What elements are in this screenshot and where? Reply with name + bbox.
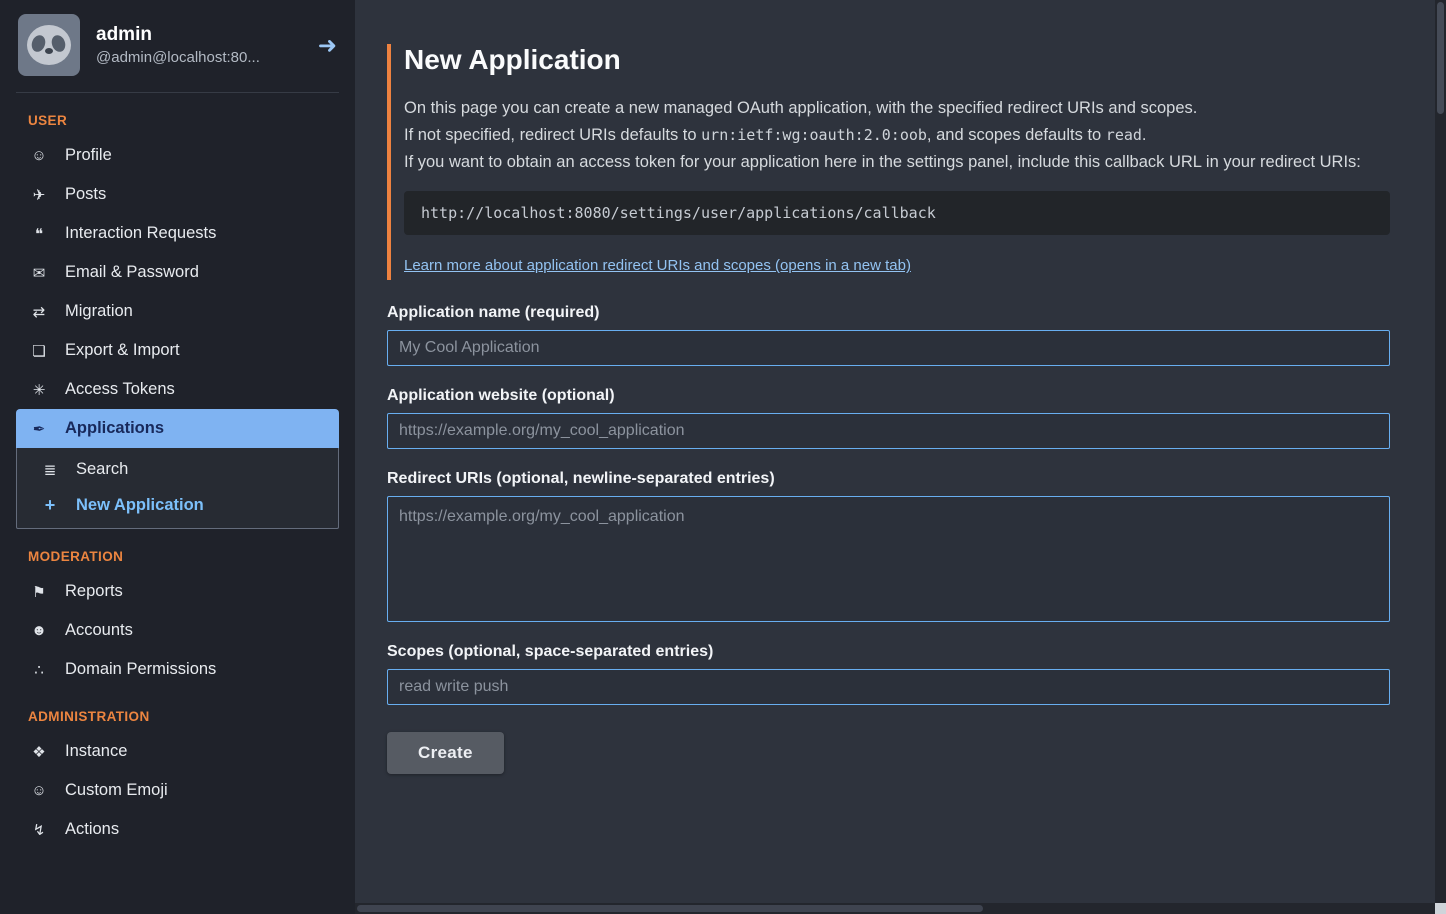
scopes-label: Scopes (optional, space-separated entrie…: [387, 643, 1390, 661]
sidebar-item-label: Posts: [65, 185, 106, 204]
user-name: admin: [96, 24, 260, 46]
settings-app: admin @admin@localhost:80... ➜ USER ☺ Pr…: [0, 0, 1446, 914]
sidebar-item-interaction-requests[interactable]: ❝ Interaction Requests: [16, 214, 339, 253]
flag-icon: ⚑: [28, 583, 50, 601]
section-header-moderation: MODERATION: [28, 549, 327, 564]
sidebar-item-label: Applications: [65, 419, 164, 438]
sidebar-item-custom-emoji[interactable]: ☺ Custom Emoji: [16, 771, 339, 810]
paper-plane-icon: ✈: [28, 186, 50, 204]
application-name-label: Application name (required): [387, 304, 1390, 322]
sidebar-item-label: Profile: [65, 146, 112, 165]
list-search-icon: ≣: [39, 461, 61, 479]
submenu-item-label: Search: [76, 460, 128, 479]
user-meta: admin @admin@localhost:80...: [96, 24, 260, 66]
new-application-form: Application name (required) Application …: [387, 304, 1390, 774]
page-title: New Application: [404, 44, 1390, 76]
sidebar-item-label: Domain Permissions: [65, 660, 216, 679]
learn-more-link[interactable]: Learn more about application redirect UR…: [404, 257, 911, 274]
redirect-uris-label: Redirect URIs (optional, newline-separat…: [387, 470, 1390, 488]
sidebar-item-migration[interactable]: ⇄ Migration: [16, 292, 339, 331]
scopes-input[interactable]: [387, 669, 1390, 705]
token-asterisk-icon: ✳: [28, 381, 50, 399]
intro-line-3: If you want to obtain an access token fo…: [404, 150, 1390, 175]
section-header-administration: ADMINISTRATION: [28, 709, 327, 724]
users-icon: ☻: [28, 622, 50, 639]
sidebar-item-profile[interactable]: ☺ Profile: [16, 136, 339, 175]
submenu-item-new-application[interactable]: + New Application: [17, 487, 338, 524]
section-header-user: USER: [28, 113, 327, 128]
sidebar-item-accounts[interactable]: ☻ Accounts: [16, 611, 339, 650]
intro-line-2: If not specified, redirect URIs defaults…: [404, 123, 1390, 148]
horizontal-scrollbar[interactable]: [355, 903, 1435, 914]
feather-icon: ✒: [28, 420, 50, 438]
vertical-scrollbar[interactable]: [1435, 0, 1446, 903]
network-nodes-icon: ∴: [28, 661, 50, 679]
application-name-input[interactable]: [387, 330, 1390, 366]
sidebar-item-label: Migration: [65, 302, 133, 321]
sidebar-item-label: Custom Emoji: [65, 781, 168, 800]
user-card: admin @admin@localhost:80... ➜: [16, 0, 339, 93]
sitemap-icon: ❖: [28, 743, 50, 761]
sidebar-item-actions[interactable]: ↯ Actions: [16, 810, 339, 849]
sidebar-item-label: Email & Password: [65, 263, 199, 282]
submenu-item-label: New Application: [76, 496, 204, 515]
form-group-name: Application name (required): [387, 304, 1390, 366]
sidebar-item-reports[interactable]: ⚑ Reports: [16, 572, 339, 611]
avatar: [18, 14, 80, 76]
horizontal-scrollbar-thumb[interactable]: [357, 905, 983, 912]
sidebar-item-label: Actions: [65, 820, 119, 839]
logout-icon[interactable]: ➜: [318, 32, 337, 59]
sidebar-item-label: Export & Import: [65, 341, 180, 360]
application-website-input[interactable]: [387, 413, 1390, 449]
sidebar-item-instance[interactable]: ❖ Instance: [16, 732, 339, 771]
avatar-nose: [45, 48, 53, 54]
scrollbar-corner: [1435, 903, 1446, 914]
vertical-scrollbar-thumb[interactable]: [1437, 2, 1444, 114]
callback-url-codeblock: http://localhost:8080/settings/user/appl…: [404, 191, 1390, 235]
main-content: New Application On this page you can cre…: [355, 0, 1446, 914]
sidebar-item-posts[interactable]: ✈ Posts: [16, 175, 339, 214]
intro-block: New Application On this page you can cre…: [387, 44, 1390, 280]
applications-submenu: ≣ Search + New Application: [16, 448, 339, 529]
submenu-item-search[interactable]: ≣ Search: [17, 452, 338, 487]
redirect-uris-textarea[interactable]: [387, 496, 1390, 622]
sidebar-item-applications[interactable]: ✒ Applications: [16, 409, 339, 448]
inline-code-read: read: [1106, 126, 1142, 144]
create-button[interactable]: Create: [387, 732, 504, 774]
envelope-icon: ✉: [28, 264, 50, 282]
file-export-icon: ❏: [28, 342, 50, 360]
sidebar-item-domain-permissions[interactable]: ∴ Domain Permissions: [16, 650, 339, 689]
form-group-scopes: Scopes (optional, space-separated entrie…: [387, 643, 1390, 705]
sidebar-item-label: Access Tokens: [65, 380, 175, 399]
sidebar-item-label: Accounts: [65, 621, 133, 640]
sidebar: admin @admin@localhost:80... ➜ USER ☺ Pr…: [0, 0, 355, 914]
user-handle: @admin@localhost:80...: [96, 49, 260, 66]
arrows-swap-icon: ⇄: [28, 303, 50, 321]
sidebar-item-access-tokens[interactable]: ✳ Access Tokens: [16, 370, 339, 409]
form-group-redirect-uris: Redirect URIs (optional, newline-separat…: [387, 470, 1390, 622]
sidebar-item-export-import[interactable]: ❏ Export & Import: [16, 331, 339, 370]
sidebar-item-label: Reports: [65, 582, 123, 601]
form-group-website: Application website (optional): [387, 387, 1390, 449]
sidebar-item-label: Instance: [65, 742, 127, 761]
sidebar-item-label: Interaction Requests: [65, 224, 216, 243]
inline-code-oob: urn:ietf:wg:oauth:2.0:oob: [701, 126, 927, 144]
plus-icon: +: [39, 495, 61, 516]
bolt-icon: ↯: [28, 821, 50, 839]
profile-icon: ☺: [28, 147, 50, 164]
application-website-label: Application website (optional): [387, 387, 1390, 405]
sidebar-item-email-password[interactable]: ✉ Email & Password: [16, 253, 339, 292]
smiley-icon: ☺: [28, 782, 50, 799]
intro-line-1: On this page you can create a new manage…: [404, 96, 1390, 121]
speech-bubble-icon: ❝: [28, 225, 50, 243]
